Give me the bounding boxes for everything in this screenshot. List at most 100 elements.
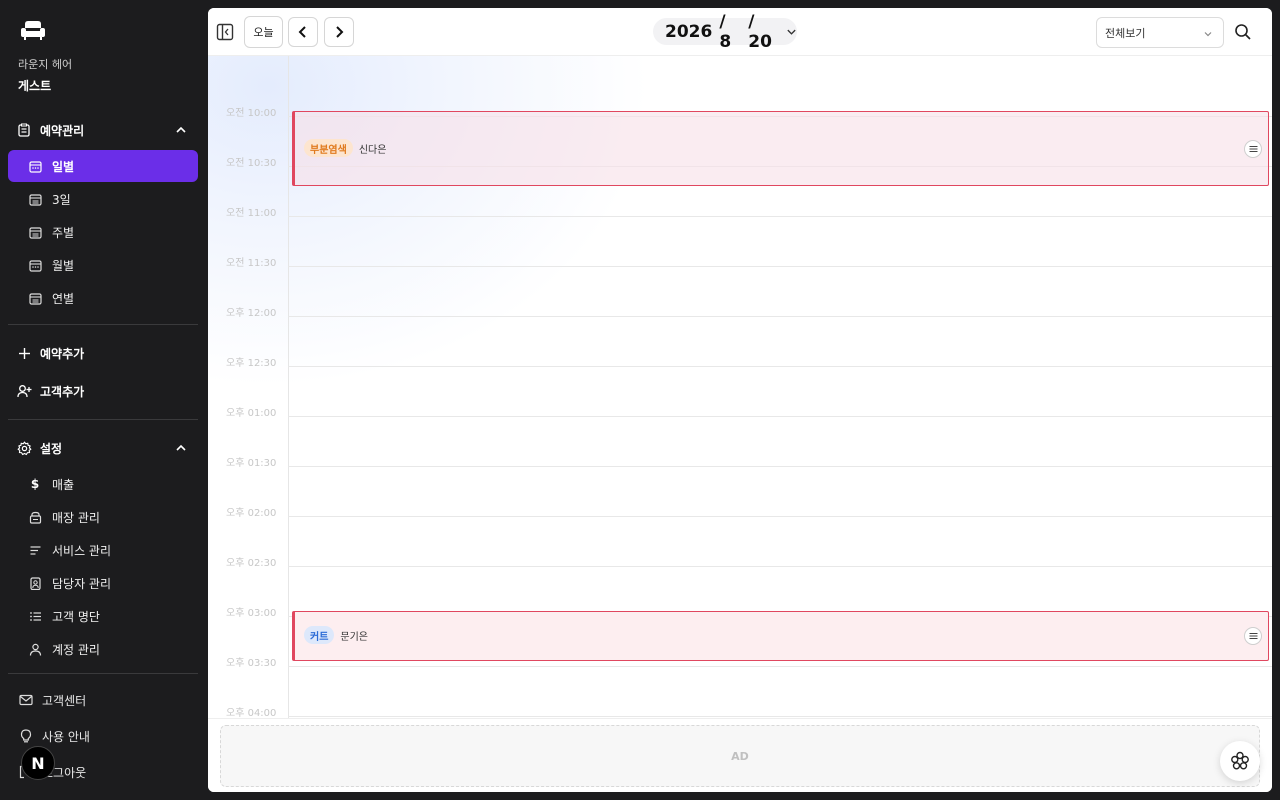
- time-label: 오후 04:00: [226, 708, 277, 718]
- nav-item-3day[interactable]: 3일: [8, 183, 198, 215]
- ad-banner[interactable]: AD: [220, 725, 1260, 787]
- calendar-icon: [28, 159, 42, 173]
- foot-label: 고객센터: [42, 693, 87, 708]
- chevron-left-icon: [298, 26, 306, 38]
- user-name: 게스트: [18, 79, 52, 93]
- reservation-section-toggle[interactable]: 예약관리: [16, 120, 192, 140]
- view-filter-value: 전체보기: [1105, 26, 1146, 40]
- plus-icon: [16, 345, 32, 361]
- nav-item-label: 계정 관리: [52, 642, 100, 657]
- user-plus-icon: [16, 383, 32, 399]
- reservation-section-label: 예약관리: [40, 123, 85, 138]
- mail-icon: [18, 692, 34, 708]
- nav-item-label: 고객 명단: [52, 609, 100, 624]
- time-label: 오후 02:00: [226, 508, 277, 519]
- toolbar: 오늘 2026 / 8 / 20 전체보기: [208, 8, 1272, 56]
- nav-item-label: 매출: [52, 477, 75, 492]
- nav-item-label: 3일: [52, 192, 71, 207]
- list-lines-icon: [28, 543, 42, 557]
- nav-item-label: 매장 관리: [52, 510, 100, 525]
- chevron-right-icon: [336, 26, 344, 38]
- today-button[interactable]: 오늘: [244, 16, 283, 48]
- badge-icon: [28, 576, 42, 590]
- event-menu-button[interactable]: [1244, 140, 1262, 158]
- search-icon[interactable]: [1234, 23, 1252, 41]
- date-picker-button[interactable]: 2026 / 8 / 20: [653, 12, 797, 52]
- nav-item-monthly[interactable]: 월별: [8, 249, 198, 281]
- add-customer-button[interactable]: 고객추가: [16, 381, 84, 401]
- service-tag: 커트: [304, 626, 335, 644]
- time-label: 오후 02:30: [226, 558, 277, 569]
- foot-label: 사용 안내: [42, 729, 90, 744]
- next-day-button[interactable]: [324, 17, 354, 47]
- nav-item-customers[interactable]: 고객 명단: [8, 600, 198, 632]
- chevron-down-icon: [1204, 32, 1212, 37]
- nav-item-label: 월별: [52, 258, 75, 273]
- calendar-list-icon: [28, 225, 42, 239]
- time-label: 오후 03:00: [226, 608, 277, 619]
- main-panel: 오늘 2026 / 8 / 20 전체보기 오전 10:00 오전 10:30 오전…: [208, 8, 1272, 792]
- flower-menu-button[interactable]: [1220, 741, 1260, 781]
- ad-area: AD: [208, 718, 1272, 792]
- hour-gridline: [288, 466, 1272, 467]
- nav-item-sales[interactable]: $ 매출: [8, 468, 198, 500]
- add-reservation-button[interactable]: 예약추가: [16, 343, 84, 363]
- nav-item-weekly[interactable]: 주별: [8, 216, 198, 248]
- reservation-event[interactable]: 커트 문기은: [292, 611, 1269, 661]
- hour-gridline: [288, 516, 1272, 517]
- view-filter-select[interactable]: 전체보기: [1096, 17, 1224, 48]
- nav-item-label: 주별: [52, 225, 75, 240]
- nav-item-yearly[interactable]: 연별: [8, 282, 198, 314]
- nav-item-staff[interactable]: 담당자 관리: [8, 567, 198, 599]
- hour-gridline: [288, 416, 1272, 417]
- hour-gridline: [288, 266, 1272, 267]
- reservation-event[interactable]: 부분염색 신다은: [292, 111, 1269, 186]
- sidebar: 라운지 헤어 게스트 예약관리 일별 3일 주별 월별 연별 예약추가 고객추가: [0, 0, 208, 800]
- hour-gridline: [288, 566, 1272, 567]
- time-label: 오전 11:00: [226, 208, 277, 219]
- hour-gridline: [288, 366, 1272, 367]
- prev-day-button[interactable]: [288, 17, 318, 47]
- user-guide-link[interactable]: 사용 안내: [18, 726, 90, 746]
- divider: [8, 419, 198, 420]
- nav-item-store[interactable]: 매장 관리: [8, 501, 198, 533]
- time-label: 오후 12:30: [226, 358, 277, 369]
- time-label: 오전 11:30: [226, 258, 277, 269]
- sidebar-toggle-icon[interactable]: [216, 23, 234, 41]
- flower-icon: [1231, 751, 1249, 770]
- time-label: 오후 01:30: [226, 458, 277, 469]
- sofa-logo-icon[interactable]: [20, 20, 46, 42]
- nav-item-label: 서비스 관리: [52, 543, 112, 558]
- hour-gridline: [288, 316, 1272, 317]
- time-label: 오후 03:30: [226, 658, 277, 669]
- day-calendar-grid[interactable]: 오전 10:00 오전 10:30 오전 11:00 오전 11:30 오후 12:00…: [208, 56, 1272, 718]
- hour-gridline: [288, 216, 1272, 217]
- time-column: 오전 10:00 오전 10:30 오전 11:00 오전 11:30 오후 12:00…: [208, 56, 288, 718]
- calendar-list-icon: [28, 291, 42, 305]
- nav-item-label: 일별: [52, 159, 75, 174]
- nav-item-account[interactable]: 계정 관리: [8, 633, 198, 665]
- support-center-link[interactable]: 고객센터: [18, 690, 86, 710]
- clipboard-icon: [16, 122, 32, 138]
- lightbulb-icon: [18, 728, 34, 744]
- time-column-divider: [288, 56, 289, 718]
- time-label: 오전 10:00: [226, 108, 277, 119]
- nav-item-service[interactable]: 서비스 관리: [8, 534, 198, 566]
- event-menu-button[interactable]: [1244, 627, 1262, 645]
- settings-section-toggle[interactable]: 설정: [16, 438, 192, 458]
- action-label: 고객추가: [40, 384, 85, 399]
- n-badge-button[interactable]: N: [21, 746, 55, 780]
- time-label: 오후 01:00: [226, 408, 277, 419]
- nav-item-daily[interactable]: 일별: [8, 150, 198, 182]
- service-tag: 부분염색: [304, 139, 353, 157]
- gear-icon: [16, 440, 32, 456]
- customer-name: 문기은: [340, 631, 369, 643]
- user-icon: [28, 642, 42, 656]
- customer-name: 신다은: [358, 144, 387, 156]
- menu-icon: [1249, 146, 1257, 152]
- date-month: / 8: [719, 11, 732, 52]
- bullet-list-icon: [28, 609, 42, 623]
- shop-name: 라운지 헤어: [18, 58, 73, 71]
- divider: [8, 324, 198, 325]
- divider: [8, 673, 198, 674]
